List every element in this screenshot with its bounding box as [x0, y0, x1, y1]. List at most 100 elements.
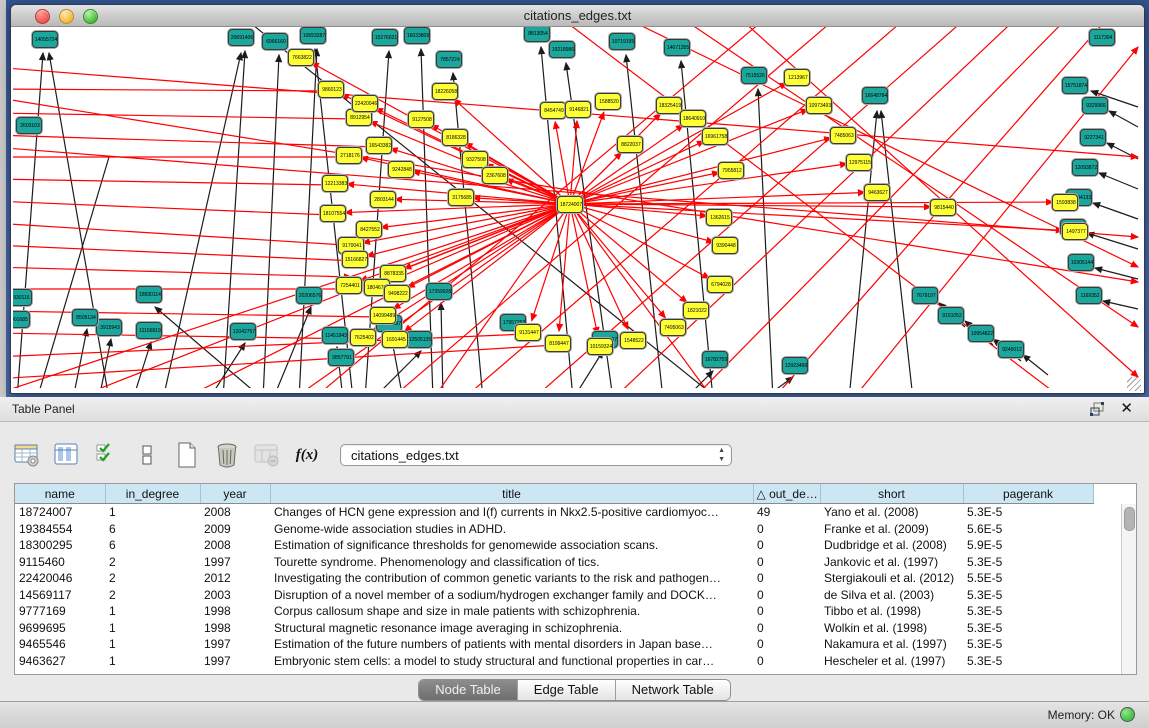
table-cell[interactable]: 6 — [105, 521, 200, 538]
table-cell[interactable]: 1 — [105, 504, 200, 521]
graph-node[interactable]: 10159324 — [587, 338, 613, 355]
table-row[interactable]: 1872400712008Changes of HCN gene express… — [15, 504, 1093, 521]
table-cell[interactable]: Wolkin et al. (1998) — [820, 620, 963, 637]
close-panel-icon[interactable]: ✕ — [1120, 399, 1133, 417]
table-cell[interactable]: 0 — [753, 537, 820, 554]
table-cell[interactable]: Franke et al. (2009) — [820, 521, 963, 538]
graph-node[interactable]: 7857224 — [436, 51, 462, 68]
table-cell[interactable]: 1998 — [200, 603, 270, 620]
graph-node[interactable]: 2718176 — [336, 147, 362, 164]
network-canvas[interactable]: 1872400714055724206914061065328715276021… — [13, 27, 1140, 388]
graph-node[interactable]: 1588520 — [595, 93, 621, 110]
table-cell[interactable]: Genome-wide association studies in ADHD. — [270, 521, 753, 538]
table-cell[interactable]: 2003 — [200, 587, 270, 604]
table-cell[interactable]: 1 — [105, 603, 200, 620]
table-scrollbar[interactable] — [1121, 504, 1136, 674]
table-cell[interactable]: Corpus callosum shape and size in male p… — [270, 603, 753, 620]
table-cell[interactable]: Investigating the contribution of common… — [270, 570, 753, 587]
select-rows-icon[interactable] — [94, 442, 120, 468]
table-cell[interactable]: Yano et al. (2008) — [820, 504, 963, 521]
graph-node[interactable]: 9131447 — [515, 324, 541, 341]
table-settings-icon[interactable] — [14, 442, 40, 468]
table-cell[interactable]: 1997 — [200, 653, 270, 670]
graph-node[interactable]: 9242848 — [388, 161, 414, 178]
table-cell[interactable]: Dudbridge et al. (2008) — [820, 537, 963, 554]
table-cell[interactable]: 18300295 — [15, 537, 105, 554]
table-row[interactable]: 911546021997Tourette syndrome. Phenomeno… — [15, 554, 1093, 571]
graph-node[interactable]: 18226058 — [432, 83, 458, 100]
graph-node[interactable]: 7495063 — [660, 319, 686, 336]
graph-node[interactable]: 18930114 — [136, 286, 162, 303]
tab-network-table[interactable]: Network Table — [616, 680, 730, 700]
graph-node[interactable]: 9815440 — [930, 199, 956, 216]
delete-table-icon[interactable] — [214, 442, 240, 468]
graph-node[interactable]: 7679197 — [912, 287, 938, 304]
graph-node[interactable]: 14099489 — [370, 307, 396, 324]
table-cell[interactable]: Disruption of a novel member of a sodium… — [270, 587, 753, 604]
graph-node[interactable]: 9127508 — [408, 111, 434, 128]
graph-node[interactable]: 8199447 — [545, 335, 571, 352]
network-window-titlebar[interactable]: citations_edges.txt — [11, 5, 1144, 27]
table-cell[interactable]: 0 — [753, 554, 820, 571]
table-cell[interactable]: Hescheler et al. (1997) — [820, 653, 963, 670]
table-cell[interactable]: 5.3E-5 — [963, 603, 1093, 620]
table-cell[interactable]: 1998 — [200, 620, 270, 637]
graph-node[interactable]: 15166827 — [342, 251, 368, 268]
graph-node[interactable]: 12975115 — [846, 154, 872, 171]
table-row[interactable]: 1456911722003Disruption of a novel membe… — [15, 587, 1093, 604]
row-height-icon[interactable] — [134, 442, 160, 468]
graph-node[interactable]: 1548522 — [620, 332, 646, 349]
table-cell[interactable]: 1997 — [200, 636, 270, 653]
table-scrollbar-thumb[interactable] — [1124, 507, 1135, 531]
graph-node[interactable]: 3175685 — [448, 189, 474, 206]
graph-node[interactable]: 9498222 — [384, 285, 410, 302]
graph-node[interactable]: 9860123 — [318, 81, 344, 98]
graph-node[interactable]: 16782759 — [702, 351, 728, 368]
graph-node[interactable]: 7485063 — [830, 127, 856, 144]
table-cell[interactable]: 49 — [753, 504, 820, 521]
graph-node[interactable]: 1930116 — [13, 289, 32, 306]
graph-node[interactable]: 3915943 — [96, 319, 122, 336]
graph-node[interactable]: 12923468 — [782, 357, 808, 374]
graph-node[interactable]: 1169352 — [1076, 287, 1102, 304]
table-cell[interactable]: 5.3E-5 — [963, 587, 1093, 604]
column-header[interactable]: year — [200, 484, 270, 504]
column-header[interactable]: △ out_de… — [753, 484, 820, 504]
graph-node[interactable]: 1213967 — [784, 69, 810, 86]
table-row[interactable]: 1938455462009Genome-wide association stu… — [15, 521, 1093, 538]
graph-node[interactable]: 10305144 — [1068, 254, 1094, 271]
table-cell[interactable]: 0 — [753, 653, 820, 670]
table-cell[interactable]: 5.3E-5 — [963, 504, 1093, 521]
table-cell[interactable]: 1 — [105, 636, 200, 653]
graph-node-hub[interactable]: 18724007 — [557, 196, 583, 213]
function-builder-icon[interactable]: f(x) — [294, 442, 320, 468]
table-cell[interactable]: 9777169 — [15, 603, 105, 620]
table-row[interactable]: 1830029562008Estimation of significance … — [15, 537, 1093, 554]
table-cell[interactable]: Changes of HCN gene expression and I(f) … — [270, 504, 753, 521]
column-header[interactable]: name — [15, 484, 105, 504]
table-cell[interactable]: Estimation of the future numbers of pati… — [270, 636, 753, 653]
column-header[interactable]: short — [820, 484, 963, 504]
table-cell[interactable]: 1 — [105, 620, 200, 637]
table-source-select[interactable]: citations_edges.txt ▲▼ — [340, 444, 732, 466]
graph-node[interactable]: 1593838 — [1052, 194, 1078, 211]
table-cell[interactable]: 6 — [105, 537, 200, 554]
graph-node[interactable]: 1821022 — [683, 302, 709, 319]
graph-node[interactable]: 2803144 — [370, 191, 396, 208]
column-header[interactable]: title — [270, 484, 753, 504]
table-cell[interactable]: 5.3E-5 — [963, 636, 1093, 653]
table-cell[interactable]: Tibbo et al. (1998) — [820, 603, 963, 620]
graph-node[interactable]: 9327508 — [462, 151, 488, 168]
graph-node[interactable]: 9161052 — [938, 307, 964, 324]
window-resize-grip[interactable] — [1127, 377, 1141, 391]
graph-node[interactable]: 19218986 — [549, 41, 575, 58]
table-cell[interactable]: Structural magnetic resonance image aver… — [270, 620, 753, 637]
table-row[interactable]: 2242004622012Investigating the contribut… — [15, 570, 1093, 587]
table-cell[interactable]: 9465546 — [15, 636, 105, 653]
graph-node[interactable]: 8186328 — [442, 129, 468, 146]
table-row[interactable]: 946554611997Estimation of the future num… — [15, 636, 1093, 653]
table-cell[interactable]: 18724007 — [15, 504, 105, 521]
table-cell[interactable]: de Silva et al. (2003) — [820, 587, 963, 604]
new-document-icon[interactable] — [174, 442, 200, 468]
tab-node-table[interactable]: Node Table — [419, 680, 518, 700]
